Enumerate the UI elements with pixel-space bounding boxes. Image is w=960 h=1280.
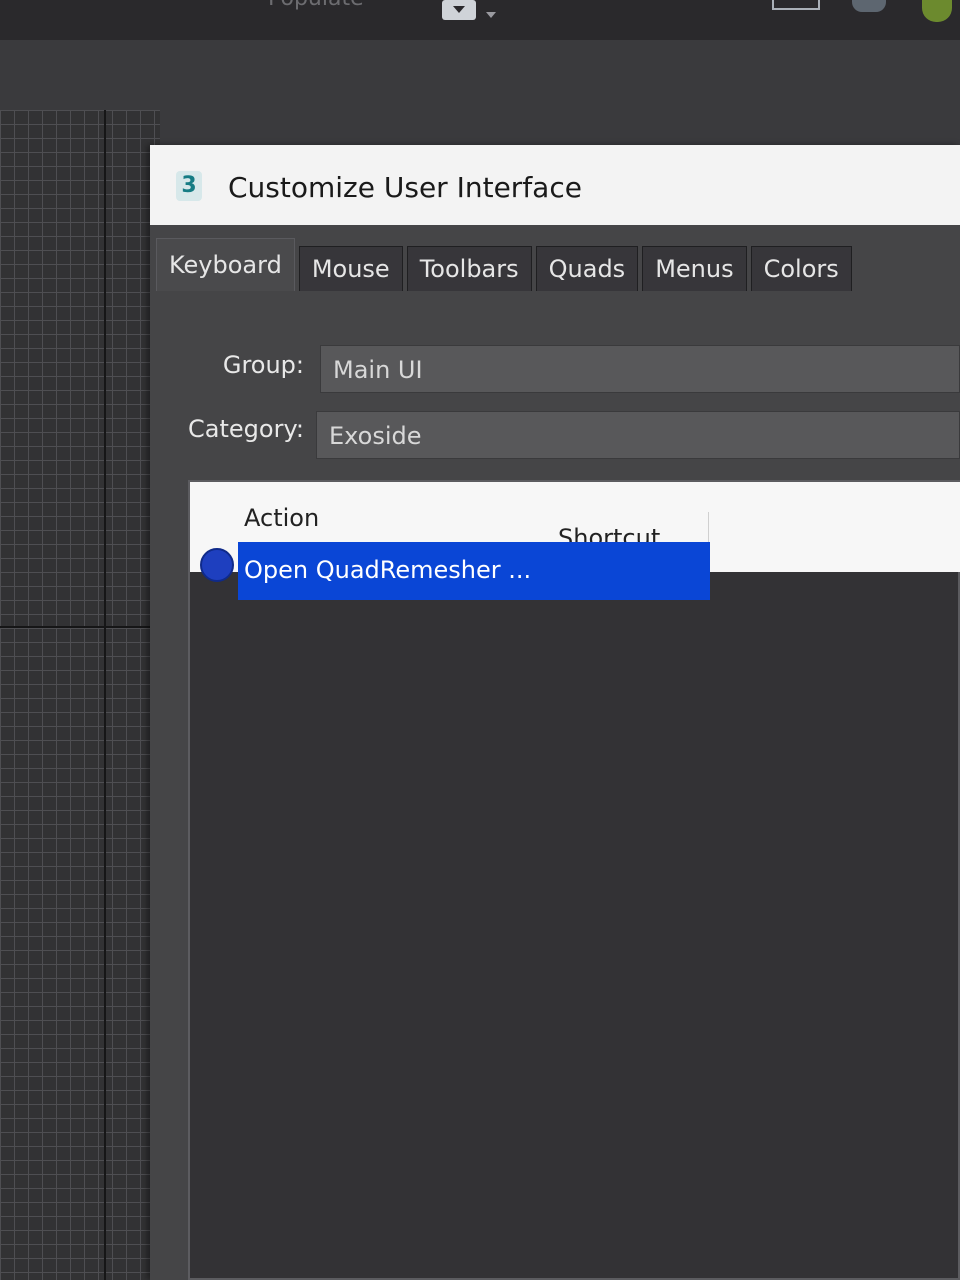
customize-ui-dialog: 3 Customize User Interface Keyboard Mous…: [150, 145, 960, 1280]
tab-colors[interactable]: Colors: [750, 246, 852, 291]
viewport-grid[interactable]: [0, 110, 160, 1280]
tab-mouse[interactable]: Mouse: [298, 246, 403, 291]
dropdown-icon[interactable]: [442, 0, 476, 20]
quadremesher-icon: [200, 548, 234, 582]
keyboard-tab-panel: Group: Main UI Category: Exoside Action …: [150, 291, 960, 1280]
chevron-down-icon[interactable]: [486, 12, 496, 18]
dialog-title: Customize User Interface: [228, 171, 582, 204]
tab-keyboard[interactable]: Keyboard: [156, 238, 295, 291]
column-header-action[interactable]: Action: [244, 504, 319, 532]
grid-axis-vertical: [104, 110, 106, 1280]
toolbar-gear-icon[interactable]: [852, 0, 886, 12]
category-dropdown[interactable]: Exoside: [316, 411, 960, 459]
group-dropdown[interactable]: Main UI: [320, 345, 960, 393]
toolbar-plant-icon[interactable]: [922, 0, 952, 22]
action-list[interactable]: Action Shortcut Open QuadRemesher ...: [188, 480, 960, 1280]
list-item-action-label[interactable]: Open QuadRemesher ...: [244, 556, 531, 584]
toolbar-button-icon[interactable]: [772, 0, 820, 10]
group-label: Group:: [222, 351, 304, 379]
screen: Populate 3 Customize User Interface Keyb…: [0, 0, 960, 1280]
tab-bar: Keyboard Mouse Toolbars Quads Menus Colo…: [156, 235, 856, 291]
toolbar-label: Populate: [268, 0, 364, 11]
category-label: Category:: [188, 415, 304, 443]
grid-axis-horizontal: [0, 626, 160, 628]
3dsmax-app-icon: 3: [176, 171, 202, 201]
main-toolbar-fragment: Populate: [0, 0, 960, 40]
tab-toolbars[interactable]: Toolbars: [406, 246, 532, 291]
dialog-titlebar[interactable]: 3 Customize User Interface: [150, 145, 960, 225]
tab-quads[interactable]: Quads: [535, 246, 639, 291]
tab-menus[interactable]: Menus: [642, 246, 747, 291]
